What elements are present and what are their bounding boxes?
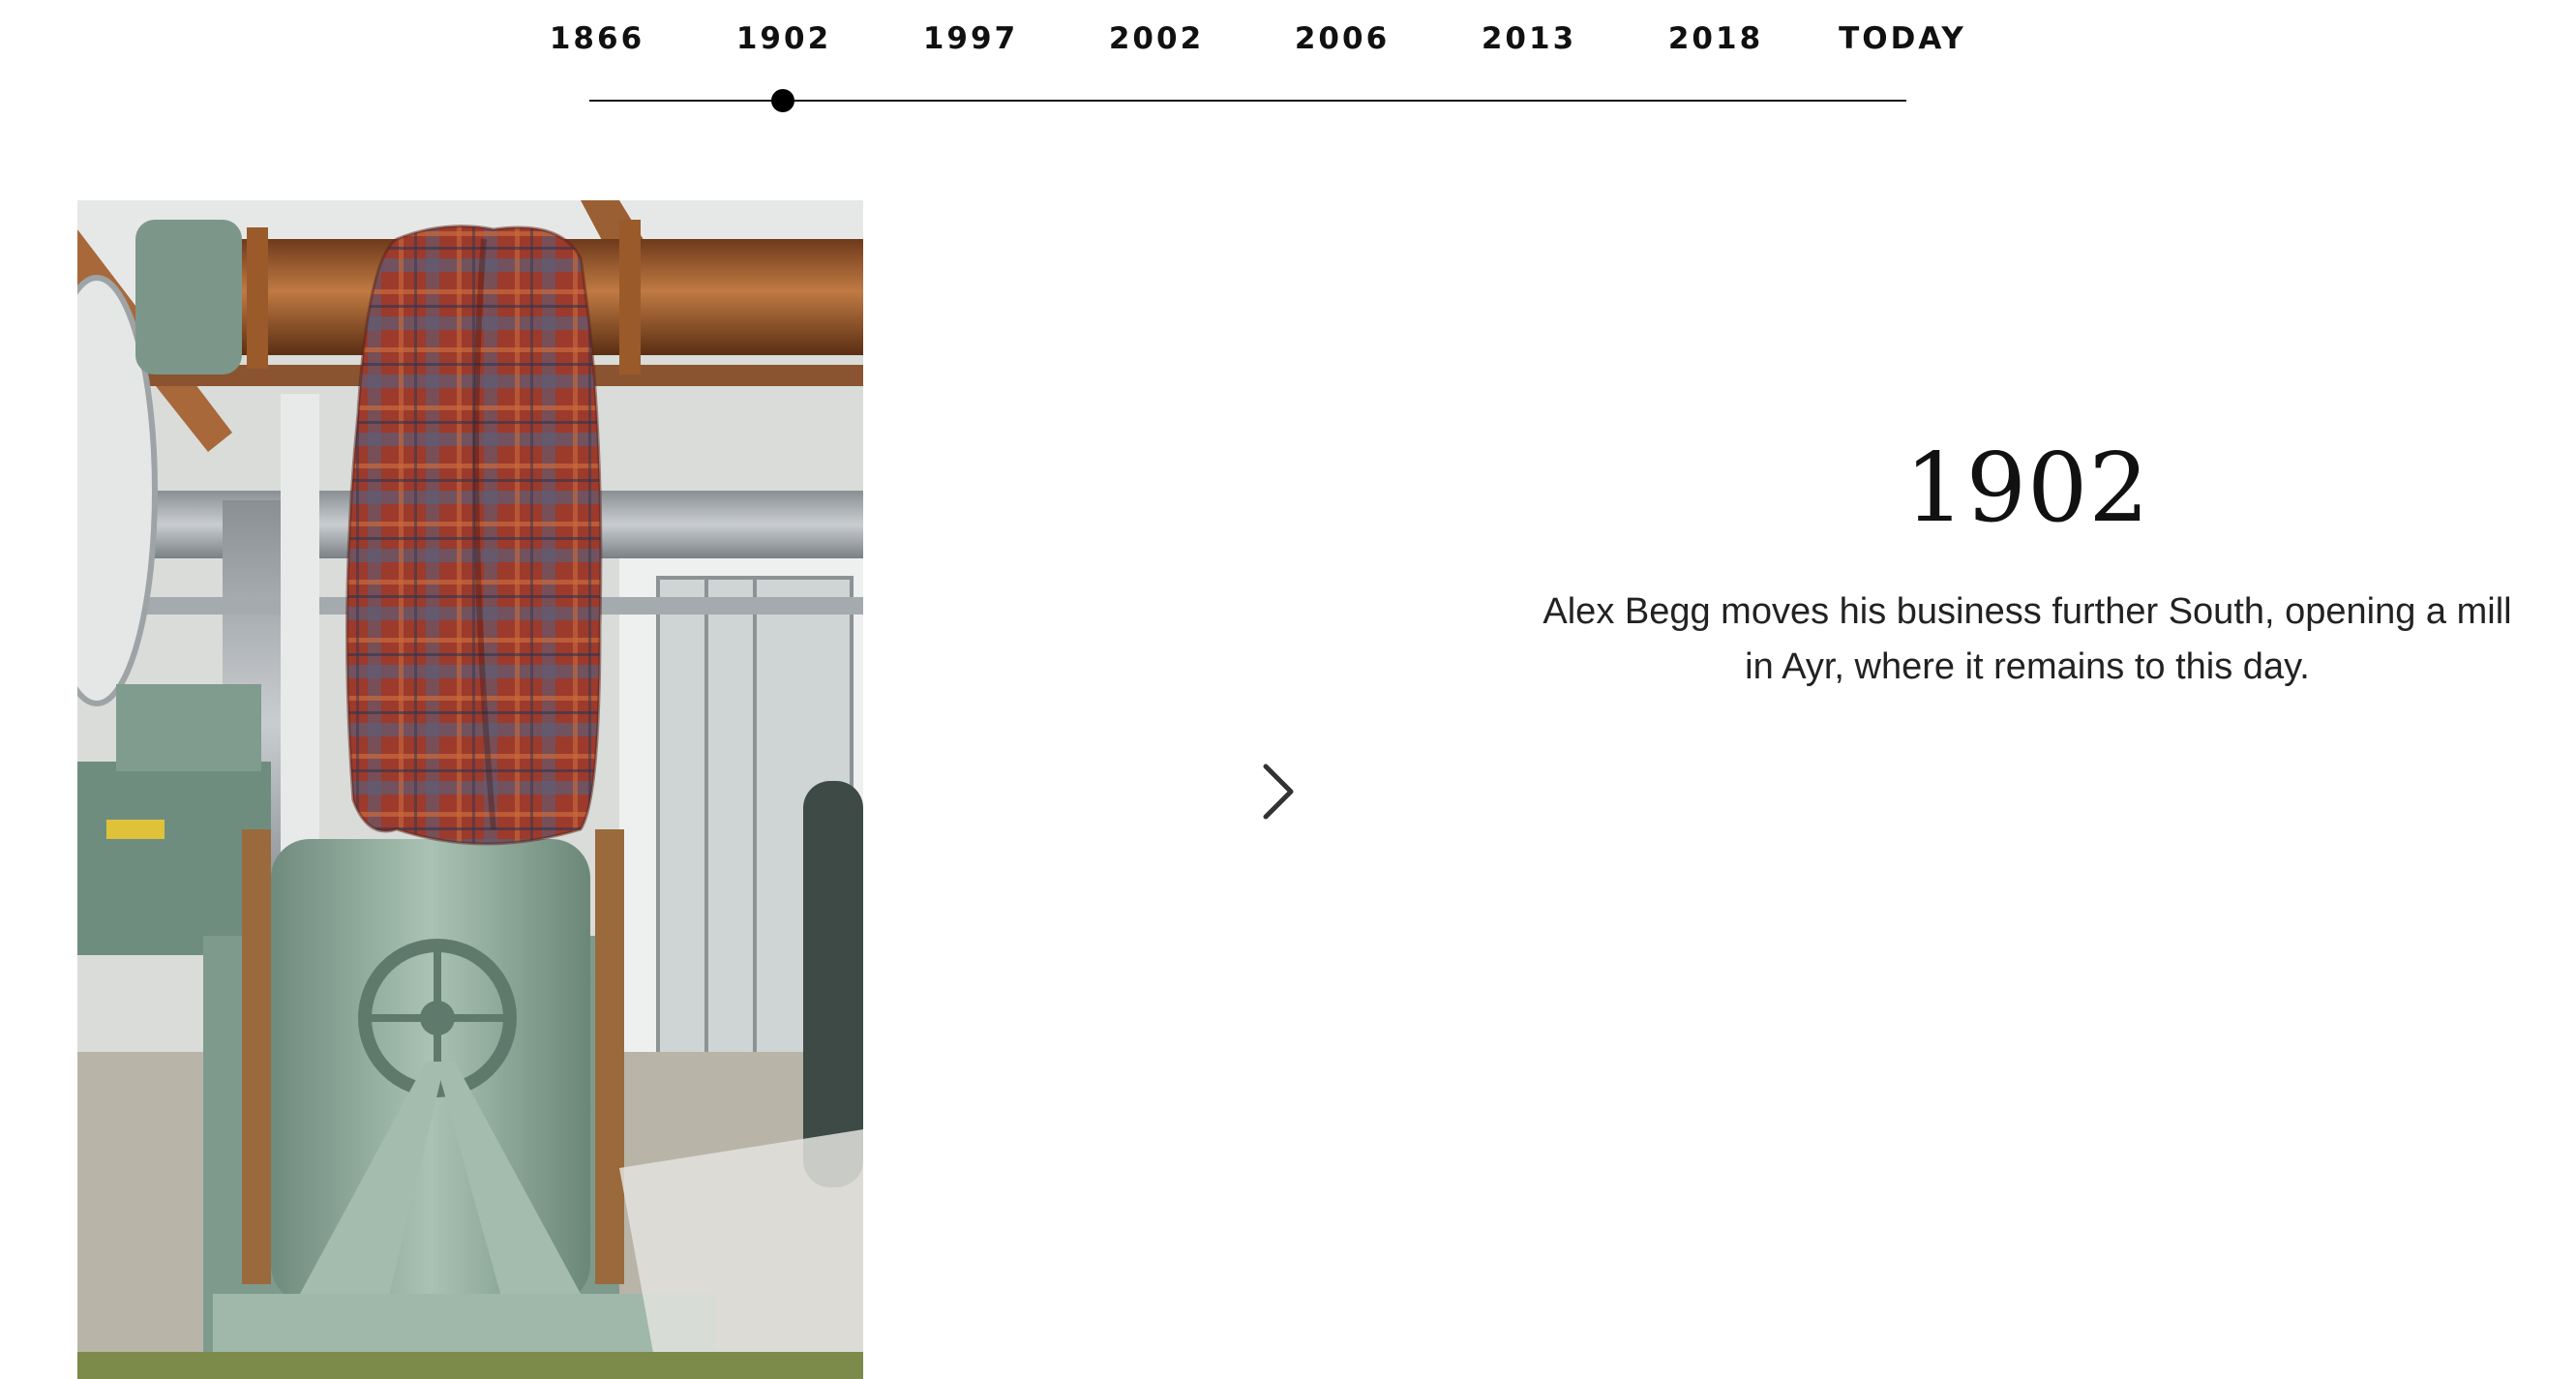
mill-machinery-photo	[77, 200, 863, 1379]
timeline-year-today[interactable]: TODAY	[1806, 19, 1999, 58]
timeline-year-2013[interactable]: 2013	[1432, 19, 1626, 58]
timeline-year-1997[interactable]: 1997	[874, 19, 1067, 58]
timeline-year-2006[interactable]: 2006	[1245, 19, 1439, 58]
entry-description: Alex Begg moves his business further Sou…	[1543, 591, 2512, 687]
chevron-right-icon	[1263, 764, 1294, 820]
timeline-year-1902[interactable]: 1902	[687, 19, 881, 58]
photo-illustration	[77, 200, 863, 1379]
timeline-year-2002[interactable]: 2002	[1060, 19, 1253, 58]
next-arrow-button[interactable]	[1254, 753, 1303, 830]
timeline-year-1866[interactable]: 1866	[500, 19, 694, 58]
timeline-year-2018[interactable]: 2018	[1619, 19, 1812, 58]
timeline-nav: 1866 1902 1997 2002 2006 2013 2018 TODAY	[0, 0, 2576, 135]
entry-year-heading: 1902	[1904, 434, 2150, 544]
timeline-active-marker[interactable]	[771, 89, 794, 112]
